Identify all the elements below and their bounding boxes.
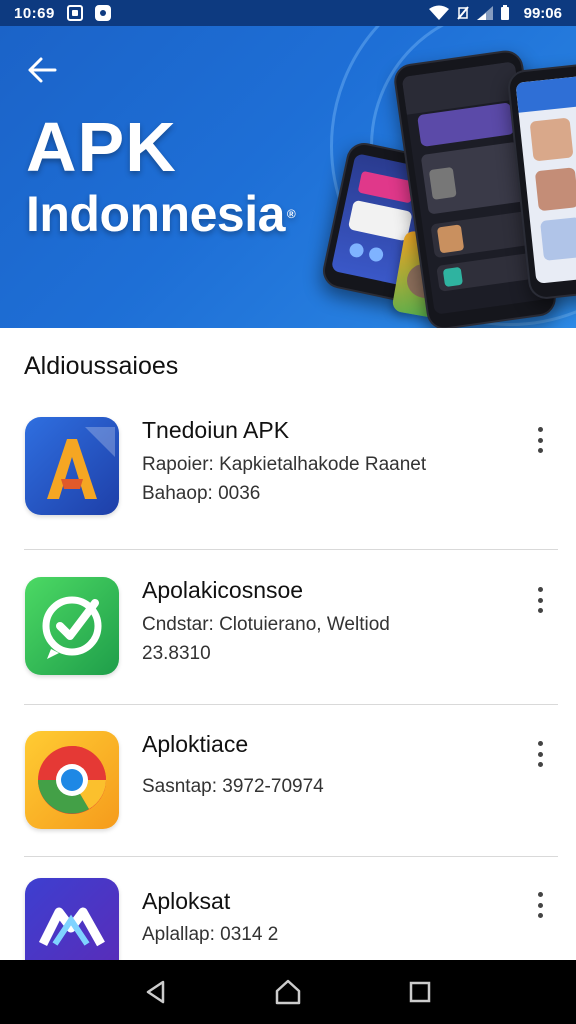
app-name: Tnedoiun APK (142, 417, 290, 443)
trademark-symbol: ® (286, 207, 296, 221)
hero-title: APK (26, 108, 177, 186)
app-list-item[interactable]: Tnedoiun APK Rapoier: Kapkietalhakode Ra… (0, 417, 576, 567)
app-notification-icon (94, 5, 111, 21)
hero-subtitle: Indonnesia ® (26, 186, 296, 242)
battery-icon (500, 5, 509, 20)
nav-recents-button[interactable] (400, 972, 440, 1012)
check-bubble-icon (25, 577, 119, 675)
app-name: Aploksat (142, 888, 231, 914)
app-version: Bahaop: 0036 (142, 483, 261, 504)
app-developer: Cndstar: Clotuierano, Weltiod (142, 614, 390, 635)
app-version: 23.8310 (142, 643, 211, 664)
navigation-bar (0, 960, 576, 1024)
nav-back-button[interactable] (136, 972, 176, 1012)
chrome-icon (25, 731, 119, 829)
divider (24, 704, 558, 705)
more-options-icon[interactable] (528, 427, 552, 453)
divider (24, 856, 558, 857)
divider (24, 549, 558, 550)
app-name: Aploktiace (142, 731, 249, 757)
more-options-icon[interactable] (528, 892, 552, 918)
app-developer: Rapoier: Kapkietalhakode Raanet (142, 454, 427, 475)
signal-icon (476, 6, 493, 20)
status-clock: 99:06 (523, 4, 562, 22)
triangle-back-icon (146, 980, 165, 1004)
status-bar: 10:69 99:06 (0, 0, 576, 26)
back-button[interactable] (26, 56, 58, 84)
hero-banner: APK Indonnesia ® (0, 26, 576, 328)
app-developer: Sasntap: 3972-70974 (142, 776, 324, 797)
recents-icon (409, 981, 431, 1003)
more-options-icon[interactable] (528, 587, 552, 613)
status-icons: 99:06 (428, 5, 562, 22)
no-data-icon (456, 6, 469, 20)
wifi-icon (428, 5, 449, 20)
gallery-notification-icon (66, 5, 83, 21)
back-arrow-icon (28, 57, 57, 83)
home-icon (275, 979, 301, 1005)
hero-subtitle-text: Indonnesia (26, 186, 285, 242)
apk-a-icon (25, 417, 119, 515)
nav-home-button[interactable] (268, 972, 308, 1012)
app-list-item[interactable]: Aploktiace Sasntap: 3972-70974 (0, 731, 576, 881)
status-time: 10:69 (14, 4, 55, 22)
more-options-icon[interactable] (528, 741, 552, 767)
app-developer: Aplallap: 0314 2 (142, 924, 279, 945)
app-name: Apolakicosnsoe (142, 577, 304, 603)
section-title: Aldioussaioes (24, 352, 179, 380)
